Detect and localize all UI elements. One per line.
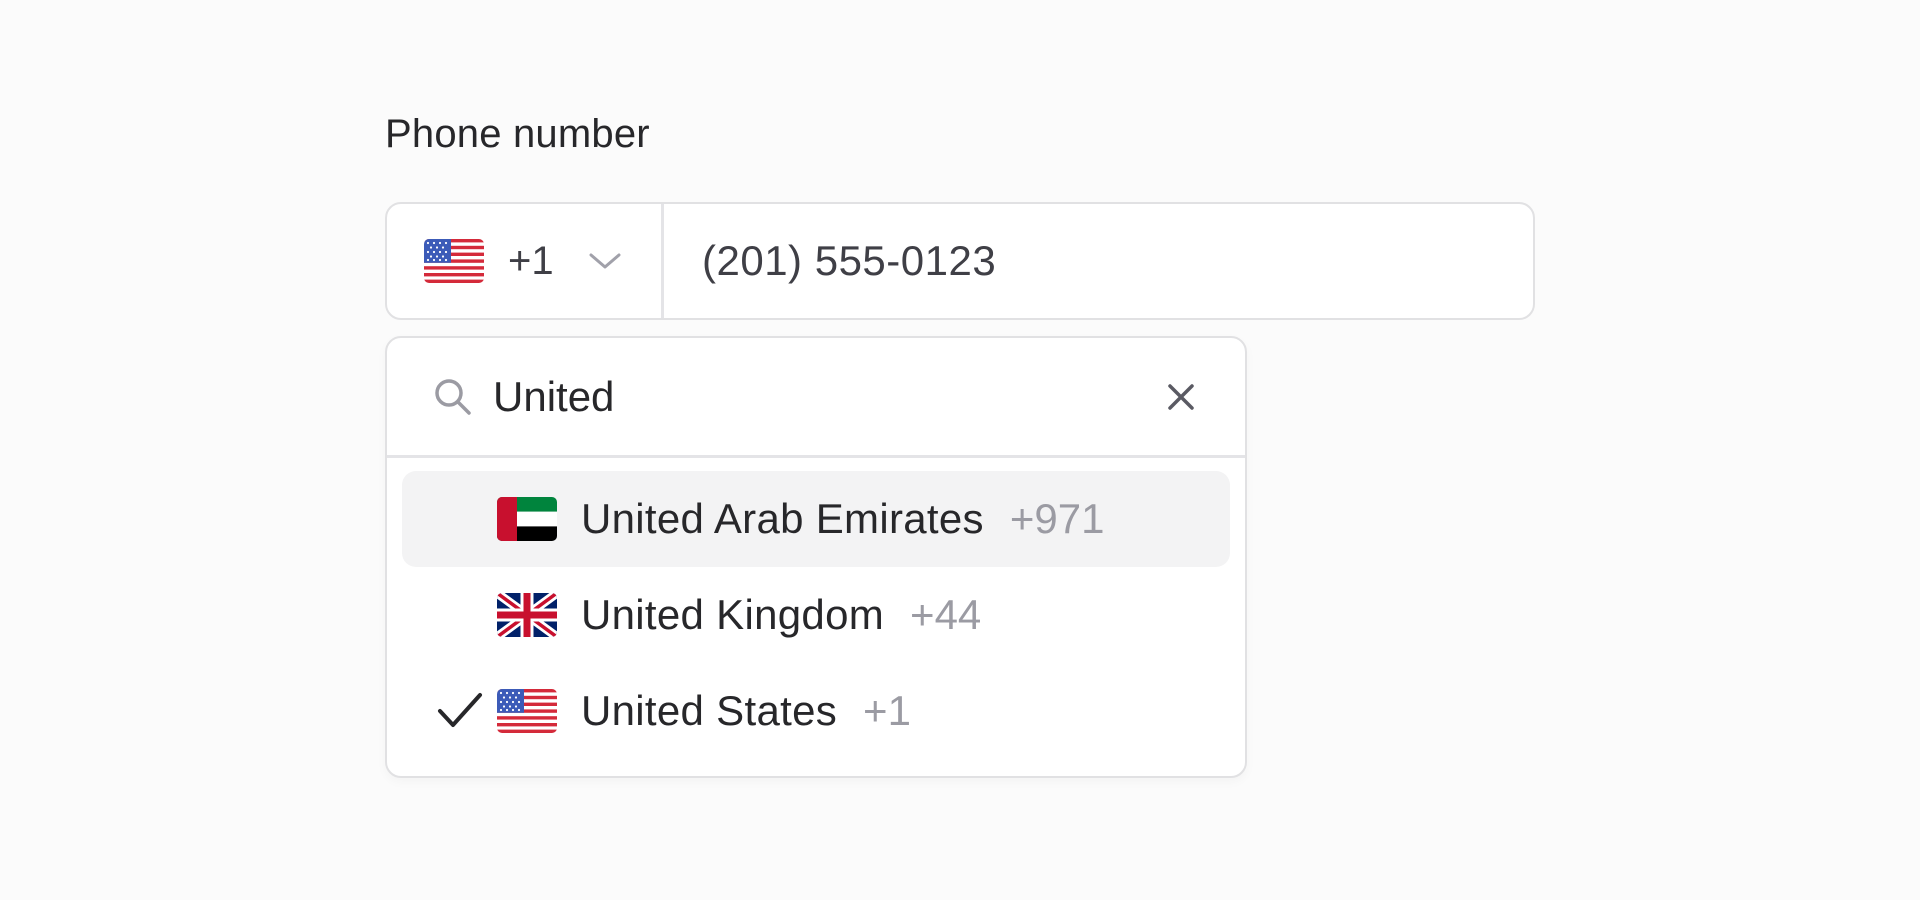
country-name: United Arab Emirates xyxy=(581,495,984,542)
country-name: United States xyxy=(581,687,838,734)
country-option-united-kingdom[interactable]: United Kingdom +44 xyxy=(402,567,1230,663)
country-dial-code: +44 xyxy=(910,591,982,638)
country-option-united-arab-emirates[interactable]: United Arab Emirates +971 xyxy=(402,471,1230,567)
phone-number-field: +1 xyxy=(385,202,1535,320)
country-code-select[interactable]: +1 xyxy=(387,204,664,318)
check-slot xyxy=(402,691,497,731)
country-options-list: United Arab Emirates +971 United Kingdom… xyxy=(387,458,1245,759)
country-name: United Kingdom xyxy=(581,591,885,638)
country-dial-code: +971 xyxy=(1009,495,1105,542)
close-icon[interactable] xyxy=(1161,377,1201,417)
uae-flag-icon xyxy=(497,497,557,541)
us-flag-icon xyxy=(424,239,484,283)
country-search-bar xyxy=(387,338,1245,458)
checkmark-icon xyxy=(437,691,483,731)
search-icon xyxy=(433,377,473,417)
selected-dial-code: +1 xyxy=(508,238,554,283)
us-flag-icon xyxy=(497,689,557,733)
phone-number-label: Phone number xyxy=(385,112,650,156)
phone-number-input[interactable] xyxy=(664,204,1533,318)
country-search-input[interactable] xyxy=(491,371,1161,422)
country-option-united-states[interactable]: United States +1 xyxy=(402,663,1230,759)
country-dropdown: United Arab Emirates +971 United Kingdom… xyxy=(385,336,1247,778)
uk-flag-icon xyxy=(497,593,557,637)
country-dial-code: +1 xyxy=(863,687,911,734)
chevron-down-icon xyxy=(588,251,622,271)
